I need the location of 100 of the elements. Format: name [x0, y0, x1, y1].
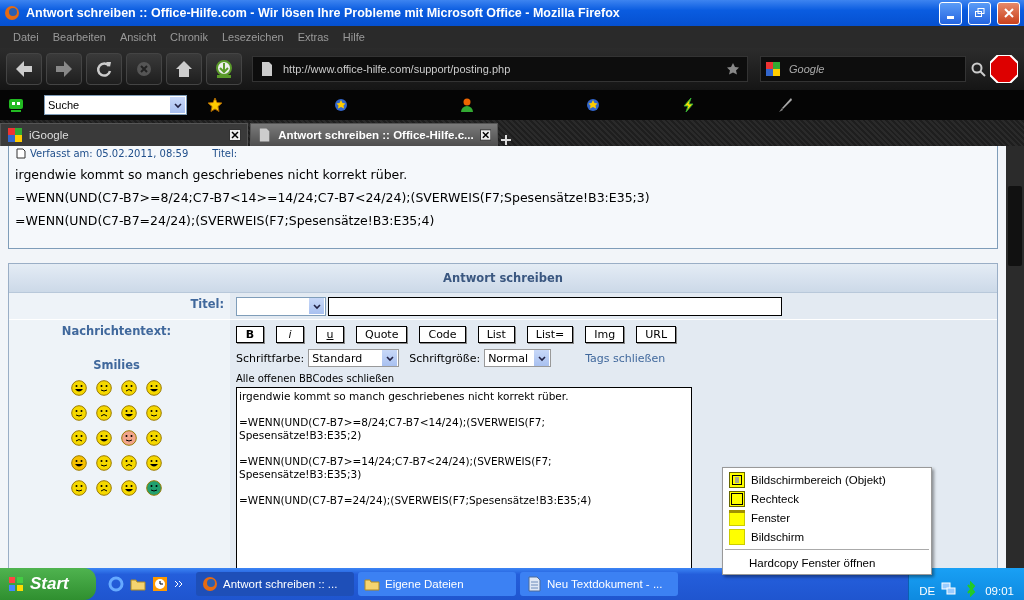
brush-icon — [777, 97, 793, 113]
star-icon — [207, 97, 223, 113]
smiley-icon[interactable] — [71, 480, 87, 496]
taskbar-button[interactable]: Neu Textdokument - ... — [520, 572, 678, 596]
format-button[interactable]: i — [276, 326, 304, 343]
menu-item[interactable]: Hilfe — [335, 31, 372, 43]
page-icon — [259, 61, 275, 77]
search-box[interactable]: Google — [760, 56, 966, 82]
smilies-label: Smilies — [93, 358, 140, 372]
message-label: Nachrichtentext: — [61, 323, 172, 338]
format-button[interactable]: Quote — [356, 326, 408, 343]
address-bar[interactable]: http://www.office-hilfe.com/support/posting.php — [252, 56, 748, 82]
format-button[interactable]: List= — [526, 326, 574, 343]
browser-tab[interactable]: iGoogle — [0, 123, 248, 146]
message-field[interactable]: irgendwie kommt so manch geschriebenes nicht korrekt rüber. =WENN(UND(C7-B7>=8/24;C7-B7<14/24);(SVERWEIS(F7; Spesensätze!B3:E35;2) =WENN(UND(C7-B7>=14/24;C7-B7<24/24);(SVERWEIS(F7; Spesensätze!B3:E35;3) =WENN(UND(C7-B7=24/24);(SVERWEIS(F7;Spesensätze!B3:E35;4) — [236, 387, 692, 568]
title-field[interactable] — [328, 297, 782, 316]
format-button[interactable]: URL — [636, 326, 677, 343]
smiley-icon[interactable] — [146, 455, 162, 471]
stop-icon — [134, 59, 154, 79]
minimize-button[interactable] — [939, 1, 962, 25]
window-icon — [729, 509, 745, 526]
taskbar-button[interactable]: Antwort schreiben :: ... — [196, 572, 354, 596]
smiley-icon[interactable] — [96, 405, 112, 421]
format-button[interactable]: Img — [585, 326, 625, 343]
windows-logo-icon — [8, 576, 24, 592]
restore-icon — [974, 8, 985, 18]
adblock-icon — [990, 55, 1018, 83]
title-dropdown[interactable] — [236, 297, 326, 316]
smiley-icon[interactable] — [71, 405, 87, 421]
close-icon — [229, 129, 241, 141]
smiley-icon[interactable] — [146, 380, 162, 396]
folder-icon — [364, 576, 380, 592]
menu-item[interactable]: Ansicht — [112, 31, 163, 43]
post-text: =WENN(UND(C7-B7>=8/24;C7-B7<14>=14/24;C7-B7<24/24);(SVERWEIS(F7;Spesensätze!B3:E35;3) — [15, 190, 651, 205]
close-icon — [1003, 8, 1014, 18]
title-label: Titel: — [189, 296, 225, 313]
smiley-icon[interactable] — [121, 405, 137, 421]
close-tags-link[interactable]: Tags schließen — [585, 351, 666, 365]
taskbar-button[interactable]: Eigene Dateien — [358, 572, 516, 596]
smiley-icon[interactable] — [96, 480, 112, 496]
menu-item[interactable]: Datei — [6, 31, 46, 43]
search-icon — [970, 61, 986, 77]
smiley-icon[interactable] — [71, 430, 87, 446]
format-button[interactable]: u — [316, 326, 344, 343]
clock-icon — [152, 576, 168, 592]
search-dropdown[interactable]: Suche — [44, 95, 187, 115]
restore-button[interactable] — [968, 1, 991, 25]
smiley-icon[interactable] — [121, 480, 137, 496]
menu-item[interactable]: Rechteck — [723, 489, 931, 508]
menu-item[interactable]: Lesezeichen — [214, 31, 291, 43]
font-color-label: Schriftfarbe: — [236, 351, 305, 365]
chevron-icon — [174, 579, 184, 589]
smiley-icon[interactable] — [96, 380, 112, 396]
user-icon — [459, 97, 475, 113]
back-button[interactable] — [6, 53, 42, 85]
minimize-icon — [947, 15, 954, 19]
screen-icon — [729, 528, 745, 545]
close-all-link[interactable]: Alle offenen BBCodes schließen — [236, 373, 997, 384]
smiley-icon[interactable] — [96, 430, 112, 446]
reload-button[interactable] — [86, 53, 122, 85]
browser-tab[interactable]: Antwort schreiben :: Office-Hilfe.c... — [250, 123, 498, 146]
robot-icon — [8, 97, 24, 113]
menu-item[interactable]: Fenster — [723, 508, 931, 527]
smiley-icon[interactable] — [96, 455, 112, 471]
new-tab-icon — [500, 134, 512, 146]
document-icon — [526, 576, 542, 592]
folder-icon — [130, 576, 146, 592]
smiley-icon[interactable] — [121, 380, 137, 396]
close-button[interactable] — [997, 1, 1020, 25]
menu-item[interactable]: Bearbeiten — [45, 31, 113, 43]
font-size-dropdown[interactable]: Normal — [484, 349, 552, 367]
smiley-icon[interactable] — [146, 430, 162, 446]
smiley-icon[interactable] — [71, 455, 87, 471]
forward-icon — [54, 59, 74, 79]
font-color-dropdown[interactable]: Standard — [308, 349, 400, 367]
forward-button[interactable] — [46, 53, 82, 85]
lightning-icon — [681, 97, 697, 113]
smiley-icon[interactable] — [146, 405, 162, 421]
post-text: =WENN(UND(C7-B7=24/24);(SVERWEIS(F7;Spesensätze!B3:E35;4) — [15, 213, 436, 228]
menu-item[interactable]: Bildschirmbereich (Objekt) — [723, 470, 931, 489]
menu-item[interactable]: Chronik — [163, 31, 215, 43]
smiley-icon[interactable] — [121, 455, 137, 471]
menu-item[interactable]: Bildschirm — [723, 527, 931, 546]
google-icon — [765, 61, 781, 77]
download-button[interactable] — [206, 53, 242, 85]
format-button[interactable]: B — [236, 326, 264, 343]
smiley-icon[interactable] — [71, 380, 87, 396]
format-button[interactable]: Code — [419, 326, 466, 343]
scrollbar[interactable] — [1006, 146, 1024, 568]
smiley-icon[interactable] — [146, 480, 162, 496]
menu-item[interactable]: Hardcopy Fenster öffnen — [723, 553, 931, 572]
smiley-icon[interactable] — [121, 430, 137, 446]
home-button[interactable] — [166, 53, 202, 85]
reload-icon — [94, 59, 114, 79]
google-icon — [7, 127, 23, 143]
download-icon — [214, 59, 234, 79]
menu-item[interactable]: Extras — [290, 31, 336, 43]
home-icon — [174, 59, 194, 79]
format-button[interactable]: List — [477, 326, 515, 343]
browser-icon — [202, 576, 218, 592]
